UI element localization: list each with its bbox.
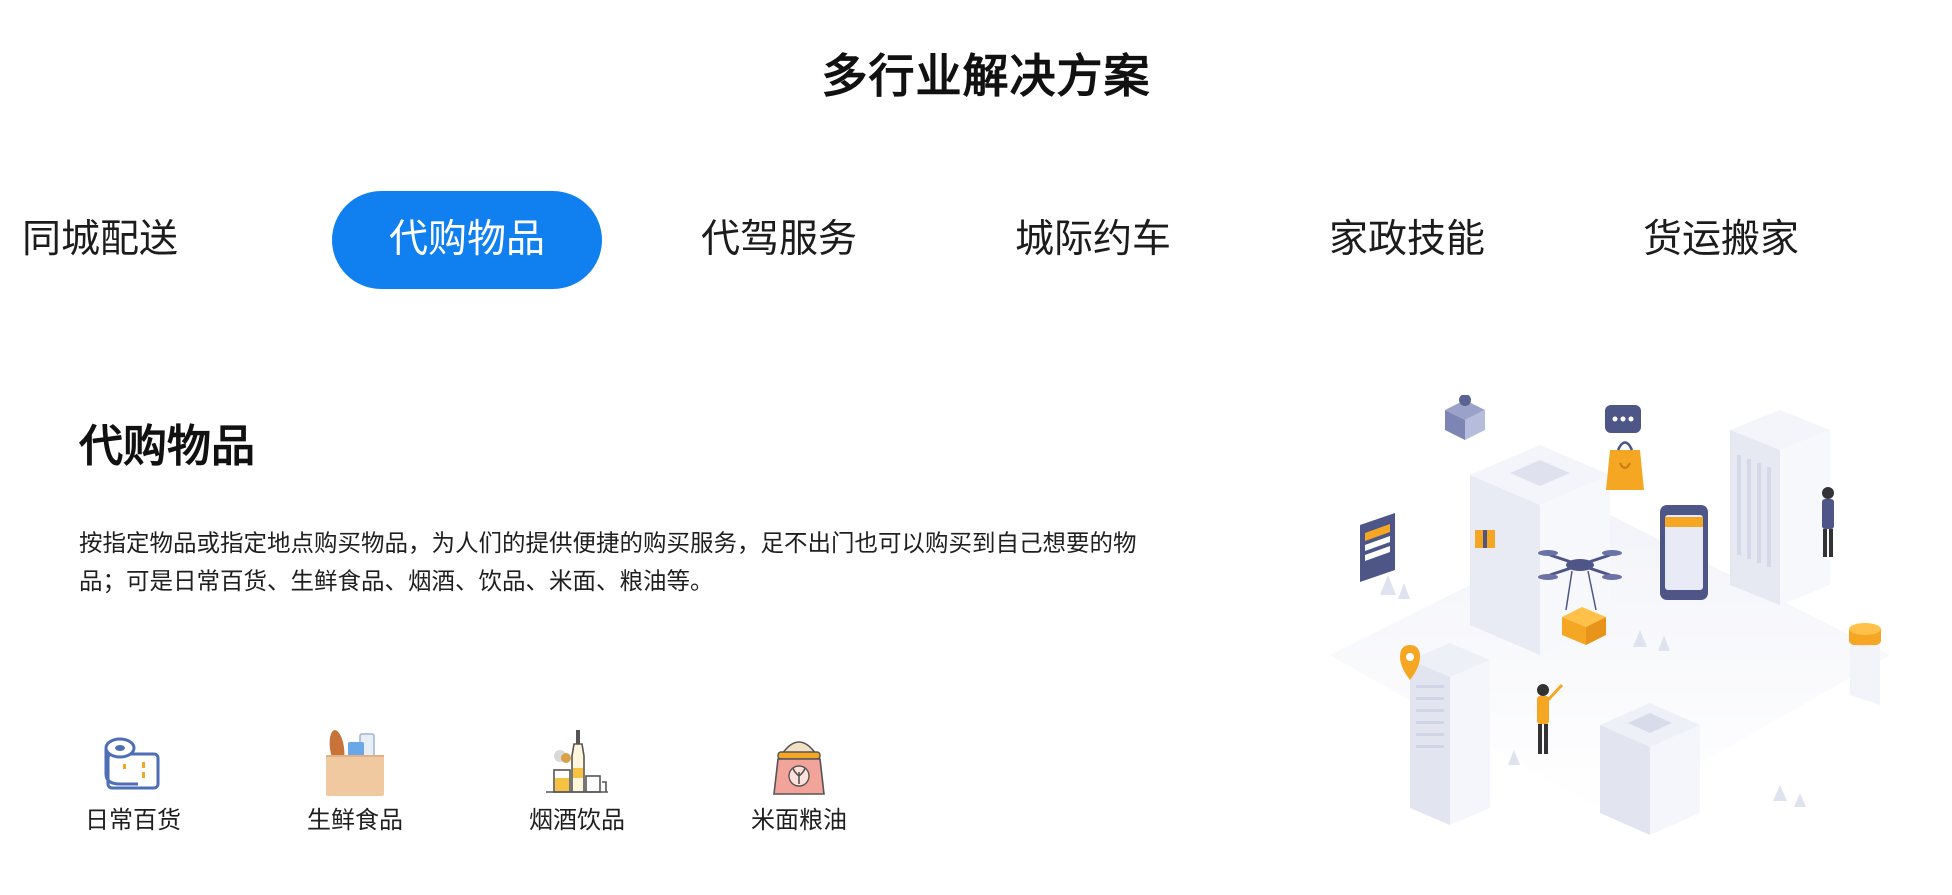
- toilet-paper-icon: [104, 737, 160, 790]
- page-title: 多行业解决方案: [821, 49, 1151, 103]
- content-heading: 代购物品: [79, 421, 255, 472]
- liquor-bottles-icon: [546, 730, 608, 793]
- content-description: 按指定物品或指定地点购买物品，为人们的提供便捷的购买服务，足不出门也可以购买到自…: [79, 529, 1137, 595]
- building-icon: [1600, 703, 1700, 835]
- gift-icon: [1475, 530, 1495, 548]
- category-daily-goods[interactable]: 日常百货: [58, 726, 208, 835]
- isometric-city-delivery-illustration: [1330, 395, 1890, 835]
- chat-bubble-icon: [1605, 405, 1641, 433]
- billboard-icon: [1360, 513, 1395, 582]
- category-rice-oil[interactable]: 米面粮油: [724, 726, 874, 835]
- building-icon: [1730, 410, 1830, 605]
- shopping-bag-icon: [1606, 441, 1644, 490]
- tab-designated-driver[interactable]: 代驾服务: [679, 191, 879, 289]
- category-fresh-food[interactable]: 生鲜食品: [280, 726, 430, 835]
- category-liquor-drinks[interactable]: 烟酒饮品: [502, 726, 652, 835]
- category-label: 生鲜食品: [307, 806, 403, 834]
- category-label: 米面粮油: [751, 806, 847, 834]
- gift-box-icon: [1445, 395, 1485, 440]
- solution-tabs: 同城配送 代购物品 代驾服务 城际约车 家政技能 货运搬家: [0, 191, 1952, 289]
- tab-same-city-delivery[interactable]: 同城配送: [0, 191, 200, 289]
- building-icon: [1410, 643, 1490, 825]
- category-label: 烟酒饮品: [529, 806, 625, 834]
- tab-housekeeping[interactable]: 家政技能: [1307, 191, 1507, 289]
- tab-moving-freight[interactable]: 货运搬家: [1621, 191, 1821, 289]
- rice-sack-icon: [773, 741, 825, 795]
- coin-icon: [1849, 623, 1881, 705]
- category-label: 日常百货: [85, 806, 181, 834]
- tab-purchasing-agent[interactable]: 代购物品: [332, 191, 602, 289]
- smartphone-icon: [1660, 505, 1708, 600]
- tab-intercity-ride[interactable]: 城际约车: [993, 191, 1193, 289]
- grocery-bag-icon: [326, 730, 384, 796]
